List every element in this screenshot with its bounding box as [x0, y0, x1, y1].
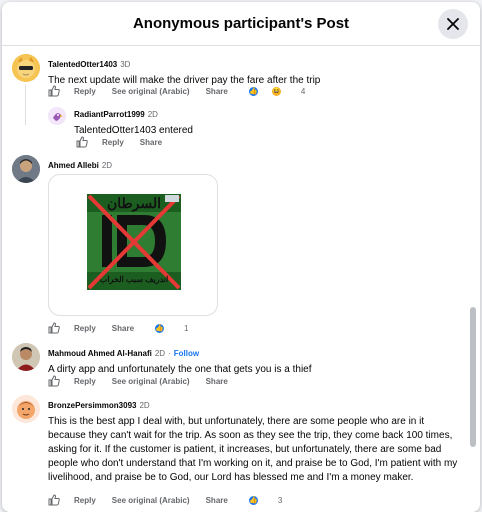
- commenter-name[interactable]: RadiantParrot1999: [74, 110, 145, 119]
- image-caption-bottom: اندريف سبب الخراب: [99, 275, 169, 284]
- avatar[interactable]: [12, 54, 40, 82]
- see-original-button[interactable]: See original (Arabic): [112, 496, 190, 505]
- commenter-name[interactable]: TalentedOtter1403: [48, 60, 117, 69]
- reaction-count: 1: [184, 323, 189, 333]
- see-original-button[interactable]: See original (Arabic): [112, 377, 190, 386]
- reaction-summary[interactable]: 👍 😆 4: [247, 85, 321, 97]
- avatar[interactable]: [12, 343, 40, 371]
- like-icon[interactable]: [48, 85, 60, 97]
- haha-reaction-icon: 😆: [270, 85, 282, 97]
- reaction-count: 3: [277, 495, 283, 505]
- like-icon[interactable]: [48, 375, 60, 387]
- face-avatar-icon: [12, 395, 40, 423]
- reaction-count: 4: [300, 86, 306, 96]
- reply-actions: Reply Share: [76, 136, 178, 148]
- comment-item: BronzePersimmon3093 2D This is the best a…: [12, 395, 458, 485]
- commenter-name[interactable]: BronzePersimmon3093: [48, 401, 136, 410]
- thread-line: [25, 85, 26, 125]
- like-reaction-icon: 👍: [247, 494, 259, 506]
- reaction-summary[interactable]: 👍 3: [247, 494, 298, 506]
- dialog-title: Anonymous participant's Post: [132, 15, 350, 32]
- close-button[interactable]: [438, 9, 468, 39]
- like-icon[interactable]: [48, 322, 60, 334]
- reply-button[interactable]: Reply: [74, 377, 96, 386]
- avatar[interactable]: [48, 107, 66, 125]
- share-button[interactable]: Share: [140, 138, 162, 147]
- share-button[interactable]: Share: [112, 324, 134, 333]
- reaction-summary[interactable]: 👍 1: [154, 322, 204, 334]
- comment-time[interactable]: 2D: [139, 401, 149, 410]
- comment-time[interactable]: 2D: [155, 349, 165, 358]
- like-icon[interactable]: [48, 494, 60, 506]
- comment-actions: Reply See original (Arabic) Share 👍 3: [48, 494, 298, 506]
- comments-scroll-area[interactable]: TalentedOtter1403 3D The next update will…: [2, 47, 480, 512]
- reply-button[interactable]: Reply: [74, 324, 96, 333]
- comment-actions: Reply Share 👍 1: [48, 322, 204, 334]
- scrollbar-thumb[interactable]: [470, 307, 476, 447]
- comment-actions: Reply See original (Arabic) Share 👍 😆 4: [48, 85, 321, 97]
- close-icon: [447, 18, 459, 30]
- share-button[interactable]: Share: [206, 496, 228, 505]
- reply-button[interactable]: Reply: [102, 138, 124, 147]
- reply-button[interactable]: Reply: [74, 496, 96, 505]
- comment-time[interactable]: 2D: [102, 161, 112, 170]
- reply-item: RadiantParrot1999 2D TalentedOtter1403 en…: [48, 104, 193, 138]
- like-reaction-icon: 👍: [247, 85, 259, 97]
- parrot-avatar-icon: [48, 107, 66, 125]
- like-icon[interactable]: [76, 136, 88, 148]
- avatar[interactable]: [12, 155, 40, 183]
- avatar[interactable]: [12, 395, 40, 423]
- share-button[interactable]: Share: [206, 377, 228, 386]
- like-reaction-icon: 👍: [154, 322, 166, 334]
- comment-item: TalentedOtter1403 3D The next update will…: [12, 54, 320, 88]
- comment-image-card[interactable]: السرطان اندريف سبب الخراب: [48, 174, 218, 316]
- dialog-header: Anonymous participant's Post: [2, 2, 480, 46]
- person-avatar-icon: [12, 155, 40, 183]
- reply-button[interactable]: Reply: [74, 87, 96, 96]
- follow-button[interactable]: Follow: [174, 349, 199, 358]
- comment-time[interactable]: 3D: [120, 60, 130, 69]
- image-caption-top: السرطان: [106, 195, 162, 211]
- comment-text: This is the best app I deal with, but un…: [48, 416, 458, 483]
- comment-item: Mahmoud Ahmed Al-Hanafi 2D · Follow A dirty…: [12, 343, 312, 377]
- person-avatar-icon: [12, 343, 40, 371]
- comment-time[interactable]: 2D: [148, 110, 158, 119]
- share-button[interactable]: Share: [206, 87, 228, 96]
- comment-actions: Reply See original (Arabic) Share: [48, 375, 244, 387]
- post-dialog: Anonymous participant's Post TalentedOtt…: [2, 2, 480, 512]
- commenter-name[interactable]: Mahmoud Ahmed Al-Hanafi: [48, 349, 152, 358]
- see-original-button[interactable]: See original (Arabic): [112, 87, 190, 96]
- commenter-name[interactable]: Ahmed Allebi: [48, 161, 99, 170]
- cat-avatar-icon: [12, 54, 40, 82]
